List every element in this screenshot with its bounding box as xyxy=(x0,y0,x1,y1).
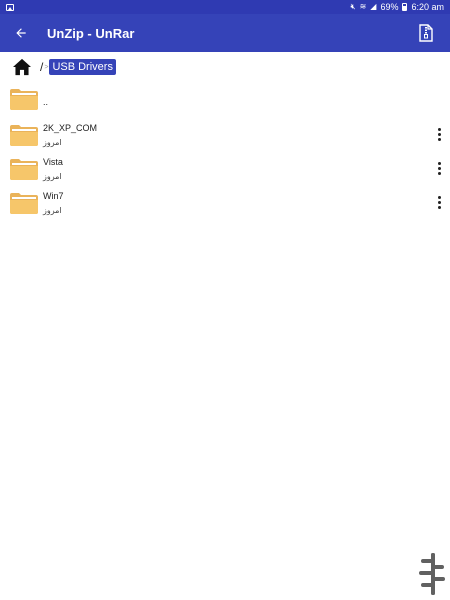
folder-name: Vista xyxy=(43,156,63,167)
more-vert-dot xyxy=(437,200,441,204)
folder-name: Win7 xyxy=(43,190,64,201)
folder-text: 2K_XP_COM امروز xyxy=(43,122,97,149)
folder-row[interactable]: Vista امروز xyxy=(0,152,450,186)
back-button[interactable] xyxy=(1,14,41,52)
folder-icon xyxy=(10,159,38,180)
parent-folder-label: .. xyxy=(43,97,49,107)
more-options-button[interactable] xyxy=(434,160,444,176)
folder-name: 2K_XP_COM xyxy=(43,122,98,133)
folder-date: امروز xyxy=(43,137,62,147)
more-vert-icon xyxy=(437,195,441,199)
more-vert-dot xyxy=(437,137,441,141)
more-vert-dot xyxy=(437,132,441,136)
more-vert-icon xyxy=(437,161,441,165)
battery-percent: 69% xyxy=(380,2,399,12)
folder-date: امروز xyxy=(43,205,62,215)
zip-action-button[interactable] xyxy=(408,14,444,52)
more-vert-dot xyxy=(437,205,441,209)
more-vert-dot xyxy=(437,171,441,175)
breadcrumb-arrow: > xyxy=(44,63,49,71)
folder-text: Win7 امروز xyxy=(43,190,64,217)
more-options-button[interactable] xyxy=(434,194,444,210)
zip-file-icon xyxy=(419,24,433,42)
back-arrow-icon xyxy=(16,28,26,38)
app-title: UnZip - UnRar xyxy=(47,25,135,41)
folder-icon xyxy=(10,125,38,146)
breadcrumb: / > USB Drivers xyxy=(12,57,116,77)
breadcrumb-current-folder[interactable]: USB Drivers xyxy=(49,59,116,75)
wifi-icon: ≋ xyxy=(359,2,367,11)
folder-date: امروز xyxy=(43,171,62,181)
file-list: .. 2K_XP_COM امروز Vista امروز Win7 امرو… xyxy=(0,84,450,220)
app-logo-icon xyxy=(419,553,445,595)
more-vert-icon xyxy=(437,127,441,131)
status-right: 🔇︎ ≋ ◢ 69% 6:20 am xyxy=(351,2,444,12)
folder-text: Vista امروز xyxy=(43,156,63,183)
mute-icon: 🔇︎ xyxy=(350,2,356,11)
home-icon xyxy=(13,58,31,76)
more-options-button[interactable] xyxy=(434,126,444,142)
breadcrumb-separator: / xyxy=(40,60,44,74)
signal-icon: ◢ xyxy=(370,2,377,11)
status-left xyxy=(6,3,14,11)
battery-icon xyxy=(402,3,408,11)
folder-row[interactable]: Win7 امروز xyxy=(0,186,450,220)
gallery-notification-icon xyxy=(6,3,14,11)
status-time: 6:20 am xyxy=(411,2,444,12)
parent-folder-row[interactable]: .. xyxy=(0,84,450,114)
folder-icon xyxy=(10,89,38,110)
app-bar: UnZip - UnRar xyxy=(0,14,450,52)
folder-row[interactable]: 2K_XP_COM امروز xyxy=(0,118,450,152)
more-vert-dot xyxy=(437,166,441,170)
status-bar: 🔇︎ ≋ ◢ 69% 6:20 am xyxy=(0,0,450,14)
home-button[interactable] xyxy=(12,57,32,77)
folder-icon xyxy=(10,193,38,214)
